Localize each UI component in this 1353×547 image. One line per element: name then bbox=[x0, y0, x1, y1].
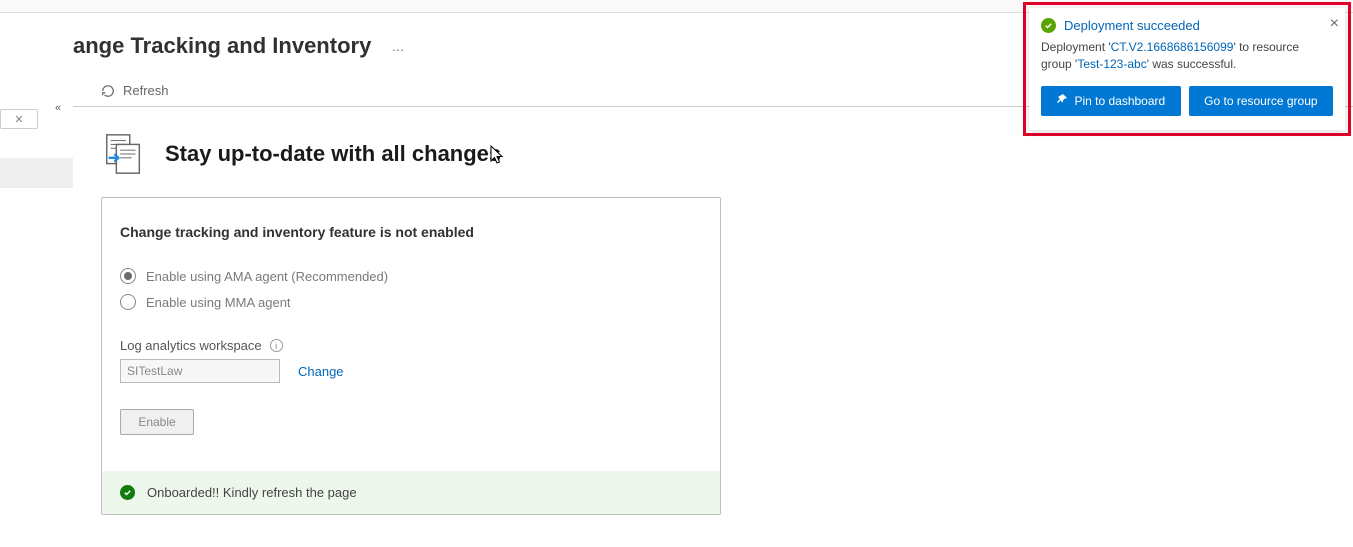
status-text: Onboarded!! Kindly refresh the page bbox=[147, 485, 357, 500]
deployment-toast: × Deployment succeeded Deployment 'CT.V2… bbox=[1029, 8, 1345, 130]
card-heading: Change tracking and inventory feature is… bbox=[120, 224, 702, 240]
pin-to-dashboard-button[interactable]: Pin to dashboard bbox=[1041, 86, 1181, 116]
documents-icon bbox=[101, 131, 147, 177]
enable-button: Enable bbox=[120, 409, 194, 435]
close-panel-button[interactable]: ✕ bbox=[0, 109, 38, 129]
go-to-resource-group-button[interactable]: Go to resource group bbox=[1189, 86, 1333, 116]
radio-mma-label: Enable using MMA agent bbox=[146, 295, 291, 310]
pin-icon bbox=[1056, 93, 1068, 108]
left-column: ✕ bbox=[0, 13, 73, 547]
change-link[interactable]: Change bbox=[298, 364, 344, 379]
more-actions-ellipsis[interactable]: … bbox=[391, 39, 405, 54]
refresh-icon[interactable] bbox=[101, 84, 115, 98]
collapse-chevron-icon[interactable]: « bbox=[55, 102, 61, 114]
toast-body: Deployment 'CT.V2.1668686156099' to reso… bbox=[1041, 39, 1333, 74]
hero-title: Stay up-to-date with all changes bbox=[165, 141, 501, 167]
refresh-button[interactable]: Refresh bbox=[123, 83, 169, 98]
pin-btn-label: Pin to dashboard bbox=[1074, 94, 1165, 108]
radio-mma[interactable]: Enable using MMA agent bbox=[120, 294, 702, 310]
enable-card: Change tracking and inventory feature is… bbox=[101, 197, 721, 515]
close-icon[interactable]: × bbox=[1330, 16, 1339, 32]
deployment-link[interactable]: CT.V2.1668686156099 bbox=[1111, 40, 1234, 54]
nav-selection[interactable] bbox=[0, 158, 73, 188]
radio-icon bbox=[120, 294, 136, 310]
workspace-field-label-row: Log analytics workspace i bbox=[120, 338, 702, 353]
resource-group-link[interactable]: Test-123-abc bbox=[1077, 57, 1146, 71]
toast-title-row: Deployment succeeded bbox=[1041, 18, 1333, 33]
toast-body-prefix: Deployment ' bbox=[1041, 40, 1111, 54]
toast-highlight-box: × Deployment succeeded Deployment 'CT.V2… bbox=[1023, 2, 1351, 136]
workspace-input-row: Change bbox=[120, 359, 702, 383]
page-title: ange Tracking and Inventory bbox=[23, 33, 371, 59]
radio-ama[interactable]: Enable using AMA agent (Recommended) bbox=[120, 268, 702, 284]
toast-body-suffix: ' was successful. bbox=[1147, 57, 1237, 71]
toast-actions: Pin to dashboard Go to resource group bbox=[1041, 86, 1333, 116]
workspace-input bbox=[120, 359, 280, 383]
info-icon[interactable]: i bbox=[270, 339, 283, 352]
toast-title[interactable]: Deployment succeeded bbox=[1064, 18, 1200, 33]
radio-ama-label: Enable using AMA agent (Recommended) bbox=[146, 269, 388, 284]
workspace-label: Log analytics workspace bbox=[120, 338, 262, 353]
status-strip: Onboarded!! Kindly refresh the page bbox=[102, 471, 720, 514]
success-check-icon bbox=[120, 485, 135, 500]
success-check-icon bbox=[1041, 18, 1056, 33]
radio-icon bbox=[120, 268, 136, 284]
